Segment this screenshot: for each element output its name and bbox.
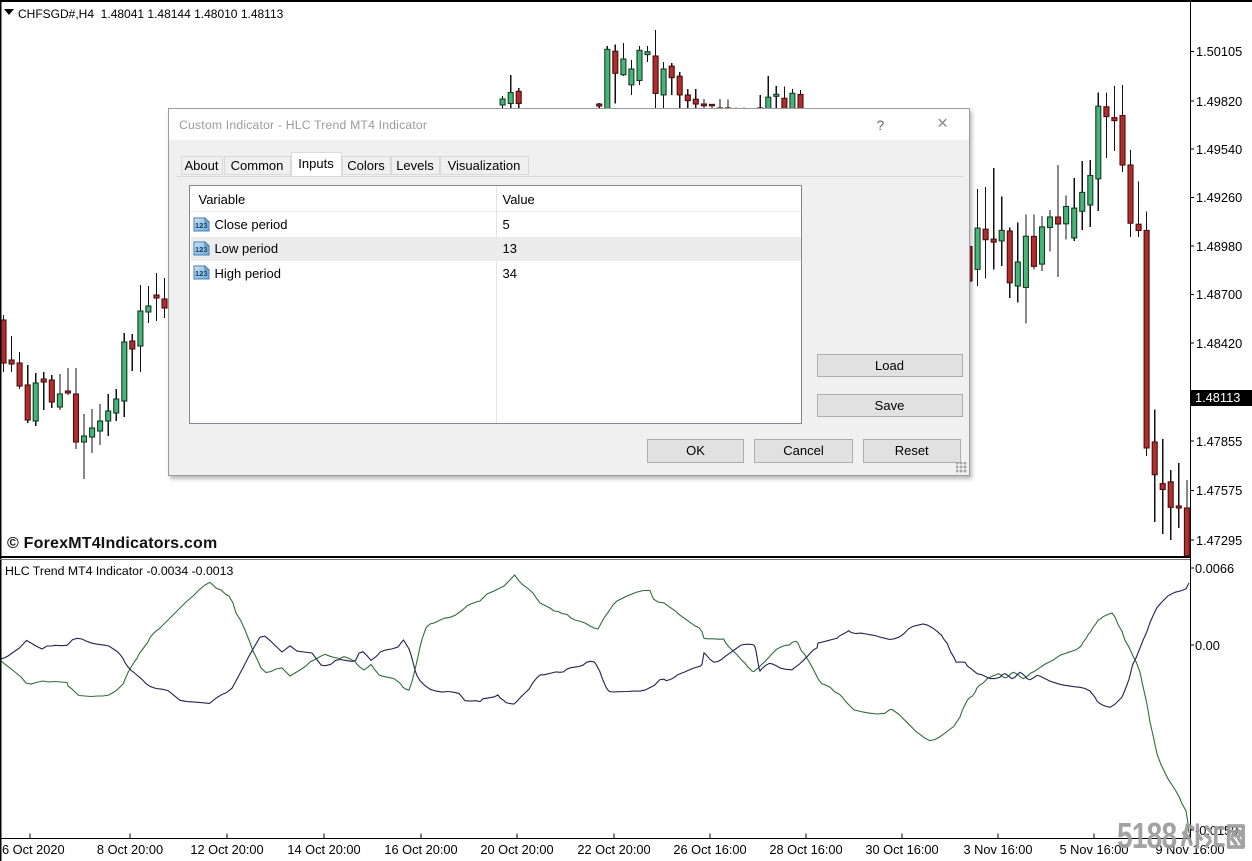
svg-text:123: 123 <box>195 269 208 278</box>
svg-text:123: 123 <box>195 245 208 254</box>
svg-text:123: 123 <box>195 221 208 230</box>
